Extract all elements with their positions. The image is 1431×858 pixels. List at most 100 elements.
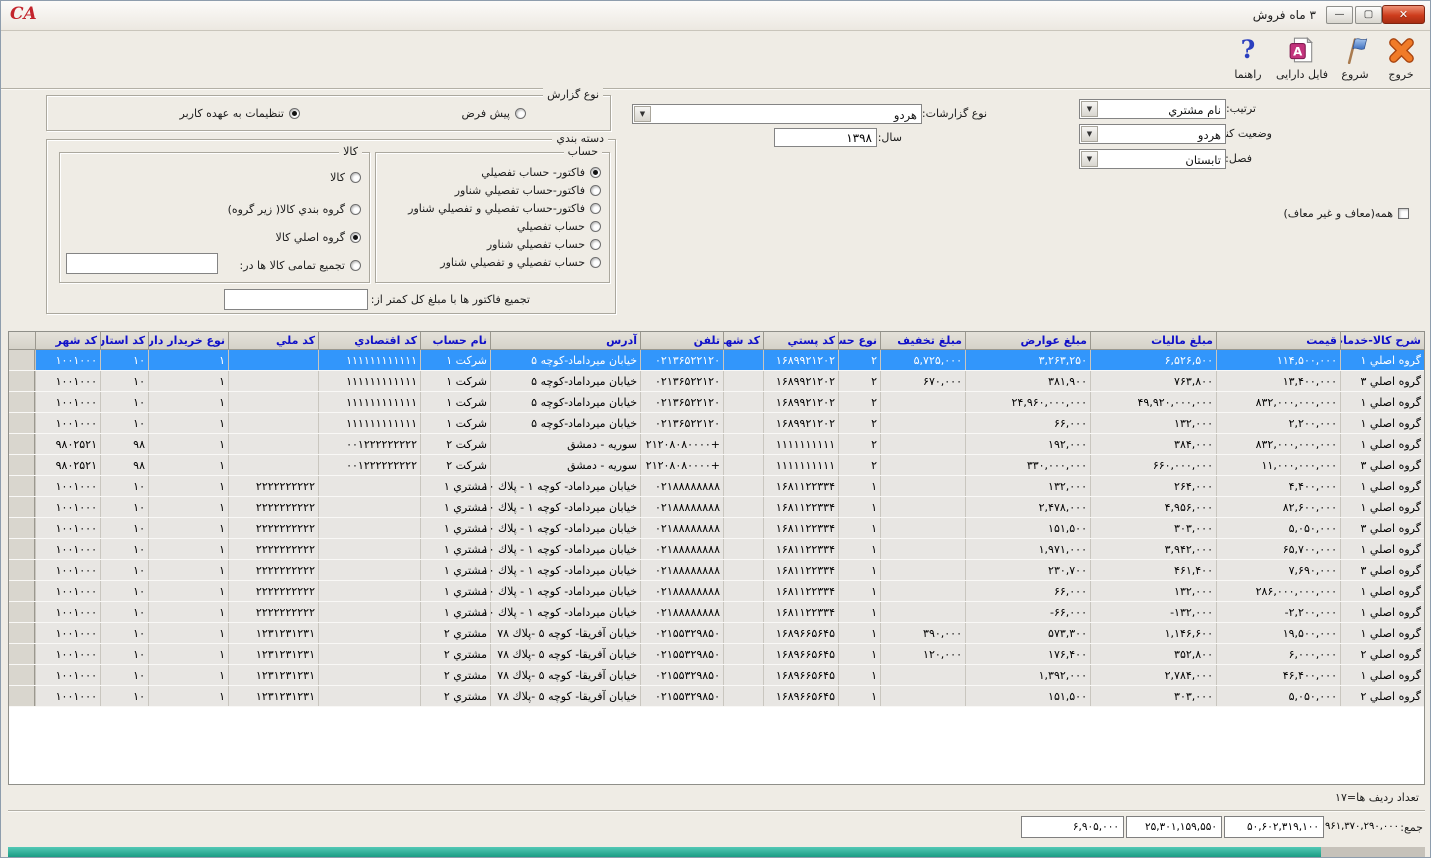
report-kinds-combobox[interactable]: هردو ▼ <box>632 104 922 124</box>
row-selector[interactable] <box>9 581 35 601</box>
table-cell: مشتري ۱ <box>420 539 490 559</box>
table-cell: ۱۶۸۹۹۲۱۲۰۲ <box>763 392 838 412</box>
table-cell: ۵,۰۵۰,۰۰۰ <box>1216 686 1340 706</box>
bottom-status-bar <box>8 847 1425 858</box>
table-row[interactable]: گروه اصلي ۱۲,۲۰۰,۰۰۰۱۳۲,۰۰۰۶۶,۰۰۰۲۱۶۸۹۹۲… <box>9 413 1424 434</box>
minimize-button[interactable]: — <box>1326 6 1353 24</box>
row-selector[interactable] <box>9 434 35 454</box>
radio-icon <box>590 239 601 250</box>
maximize-button[interactable]: ▢ <box>1355 6 1382 24</box>
table-cell: -۱۳۲,۰۰۰ <box>1090 602 1216 622</box>
column-header[interactable]: مبلغ تخفیف <box>880 332 965 349</box>
table-row[interactable]: گروه اصلي ۱۸۲,۶۰۰,۰۰۰۴,۹۵۶,۰۰۰۲,۴۷۸,۰۰۰۱… <box>9 497 1424 518</box>
table-cell: گروه اصلي ۱ <box>1340 413 1424 433</box>
column-header[interactable]: نام حساب <box>420 332 490 349</box>
row-selector[interactable] <box>9 602 35 622</box>
column-header[interactable]: کد پستي <box>763 332 838 349</box>
table-cell: ۲ <box>838 371 880 391</box>
radio-default-report[interactable]: پیش فرض <box>461 107 526 120</box>
row-selector[interactable] <box>9 644 35 664</box>
exempt-all-checkbox[interactable]: همه(معاف و غیر معاف) <box>1284 207 1410 220</box>
column-header[interactable]: تلفن <box>640 332 723 349</box>
table-row[interactable]: گروه اصلي ۱۶۵,۷۰۰,۰۰۰۳,۹۴۲,۰۰۰۱,۹۷۱,۰۰۰۱… <box>9 539 1424 560</box>
table-cell: خیابان میرداماد- کوچه ۱ - پلاك ۱۰ <box>490 581 640 601</box>
year-input[interactable] <box>774 128 877 147</box>
table-cell: ۱ <box>148 350 228 370</box>
radio-detail-account[interactable]: حساب تفصیلي <box>517 220 601 233</box>
column-header[interactable]: کد استان <box>100 332 148 349</box>
table-cell <box>228 350 318 370</box>
control-status-combobox[interactable]: هردو ▼ <box>1079 124 1226 144</box>
table-cell: ۱۰۰۱۰۰۰ <box>35 518 100 538</box>
exit-button[interactable]: خروج <box>1379 34 1423 86</box>
column-header[interactable]: کد ملي <box>228 332 318 349</box>
sort-combobox[interactable]: نام مشتري ▼ <box>1079 99 1226 119</box>
table-row[interactable]: گروه اصلي ۳۱۱,۰۰۰,۰۰۰,۰۰۰۶۶۰,۰۰۰,۰۰۰۳۳۰,… <box>9 455 1424 476</box>
aggregate-amount-input[interactable] <box>224 289 368 310</box>
help-button[interactable]: ? راهنما <box>1226 34 1270 86</box>
table-cell: ۸۲,۶۰۰,۰۰۰ <box>1216 497 1340 517</box>
row-selector[interactable] <box>9 476 35 496</box>
table-row[interactable]: گروه اصلي ۱۴۶,۴۰۰,۰۰۰۲,۷۸۴,۰۰۰۱,۳۹۲,۰۰۰۱… <box>9 665 1424 686</box>
row-selector[interactable] <box>9 539 35 559</box>
column-header[interactable]: آدرس <box>490 332 640 349</box>
column-header[interactable]: شرح کالا-خدمات <box>1340 332 1424 349</box>
radio-goods-subgroup[interactable]: گروه بندي کالا( زیر گروه) <box>228 203 361 216</box>
season-combobox[interactable]: تابستان ▼ <box>1079 149 1226 169</box>
column-header[interactable]: نوع خریدار دارایی <box>148 332 228 349</box>
close-button[interactable]: ✕ <box>1382 5 1425 24</box>
radio-invoice-floating-account[interactable]: فاکتور-حساب تفصیلي شناور <box>455 184 601 197</box>
table-row[interactable]: گروه اصلي ۳۷,۶۹۰,۰۰۰۴۶۱,۴۰۰۲۳۰,۷۰۰۱۱۶۸۱۱… <box>9 560 1424 581</box>
table-row[interactable]: گروه اصلي ۱۴,۴۰۰,۰۰۰۲۶۴,۰۰۰۱۳۲,۰۰۰۱۱۶۸۱۱… <box>9 476 1424 497</box>
table-row[interactable]: گروه اصلي ۱۱۱۴,۵۰۰,۰۰۰۶,۵۲۶,۵۰۰۳,۲۶۳,۲۵۰… <box>9 350 1424 371</box>
column-header[interactable]: قیمت <box>1216 332 1340 349</box>
radio-user-settings[interactable]: تنظیمات به عهده کاربر <box>180 107 300 120</box>
row-selector[interactable] <box>9 686 35 706</box>
column-header[interactable]: کد اقتصادي <box>318 332 420 349</box>
table-cell: ۱۰ <box>100 560 148 580</box>
radio-invoice-detail-and-floating[interactable]: فاکتور-حساب تفصیلي و تفصیلي شناور <box>408 202 601 215</box>
radio-goods[interactable]: کالا <box>330 171 361 184</box>
table-row[interactable]: گروه اصلي ۱۸۳۲,۰۰۰,۰۰۰,۰۰۰۴۹,۹۲۰,۰۰۰,۰۰۰… <box>9 392 1424 413</box>
row-selector[interactable] <box>9 497 35 517</box>
column-header[interactable]: کد شهر <box>723 332 763 349</box>
table-row[interactable]: گروه اصلي ۱-۲,۲۰۰,۰۰۰-۱۳۲,۰۰۰-۶۶,۰۰۰۱۱۶۸… <box>9 602 1424 623</box>
table-row[interactable]: گروه اصلي ۳۱۳,۴۰۰,۰۰۰۷۶۳,۸۰۰۳۸۱,۹۰۰۶۷۰,۰… <box>9 371 1424 392</box>
radio-invoice-detail-account[interactable]: فاکتور- حساب تفصیلي <box>481 166 601 179</box>
radio-floating-detail-account[interactable]: حساب تفصیلي شناور <box>487 238 601 251</box>
table-row[interactable]: گروه اصلي ۲۵,۰۵۰,۰۰۰۳۰۳,۰۰۰۱۵۱,۵۰۰۱۱۶۸۹۶… <box>9 686 1424 707</box>
table-row[interactable]: گروه اصلي ۳۵,۰۵۰,۰۰۰۳۰۳,۰۰۰۱۵۱,۵۰۰۱۱۶۸۱۱… <box>9 518 1424 539</box>
radio-label: فاکتور-حساب تفصیلي شناور <box>455 184 585 197</box>
row-selector[interactable] <box>9 371 35 391</box>
table-cell: ۱ <box>838 644 880 664</box>
row-selector[interactable] <box>9 665 35 685</box>
row-selector[interactable] <box>9 350 35 370</box>
table-cell <box>723 644 763 664</box>
row-selector[interactable] <box>9 518 35 538</box>
column-header[interactable]: کد شهر <box>35 332 100 349</box>
row-selector[interactable] <box>9 392 35 412</box>
radio-merge-all-goods[interactable]: تجمیع تمامی کالا ها در: <box>240 259 361 272</box>
start-button[interactable]: شروع <box>1333 34 1377 86</box>
totals-label: جمع: <box>1400 821 1423 834</box>
table-cell: گروه اصلي ۳ <box>1340 518 1424 538</box>
column-header[interactable]: مبلغ عوارض <box>965 332 1090 349</box>
merge-goods-input[interactable] <box>66 253 218 274</box>
row-selector[interactable] <box>9 413 35 433</box>
table-row[interactable]: گروه اصلي ۱۸۳۲,۰۰۰,۰۰۰,۰۰۰۳۸۴,۰۰۰۱۹۲,۰۰۰… <box>9 434 1424 455</box>
radio-detail-and-floating-account[interactable]: حساب تفصیلي و تفصیلي شناور <box>440 256 601 269</box>
table-cell: سوریه - دمشق <box>490 455 640 475</box>
column-header[interactable]: نوع حساب <box>838 332 880 349</box>
radio-goods-main-group[interactable]: گروه اصلي کالا <box>276 231 361 244</box>
table-cell: ۱ <box>838 497 880 517</box>
row-selector[interactable] <box>9 560 35 580</box>
table-cell: مشتري ۲ <box>420 623 490 643</box>
table-row[interactable]: گروه اصلي ۱۲۸۶,۰۰۰,۰۰۰,۰۰۰۱۳۲,۰۰۰۶۶,۰۰۰۱… <box>9 581 1424 602</box>
asset-file-button[interactable]: A فایل دارایی <box>1273 34 1331 86</box>
table-cell: ۱۱۱۱۱۱۱۱۱۱ <box>763 434 838 454</box>
row-selector[interactable] <box>9 623 35 643</box>
column-header[interactable]: مبلغ مالیات <box>1090 332 1216 349</box>
row-selector[interactable] <box>9 455 35 475</box>
table-row[interactable]: گروه اصلي ۱۱۹,۵۰۰,۰۰۰۱,۱۴۶,۶۰۰۵۷۳,۳۰۰۳۹۰… <box>9 623 1424 644</box>
table-row[interactable]: گروه اصلي ۲۶,۰۰۰,۰۰۰۳۵۲,۸۰۰۱۷۶,۴۰۰۱۲۰,۰۰… <box>9 644 1424 665</box>
